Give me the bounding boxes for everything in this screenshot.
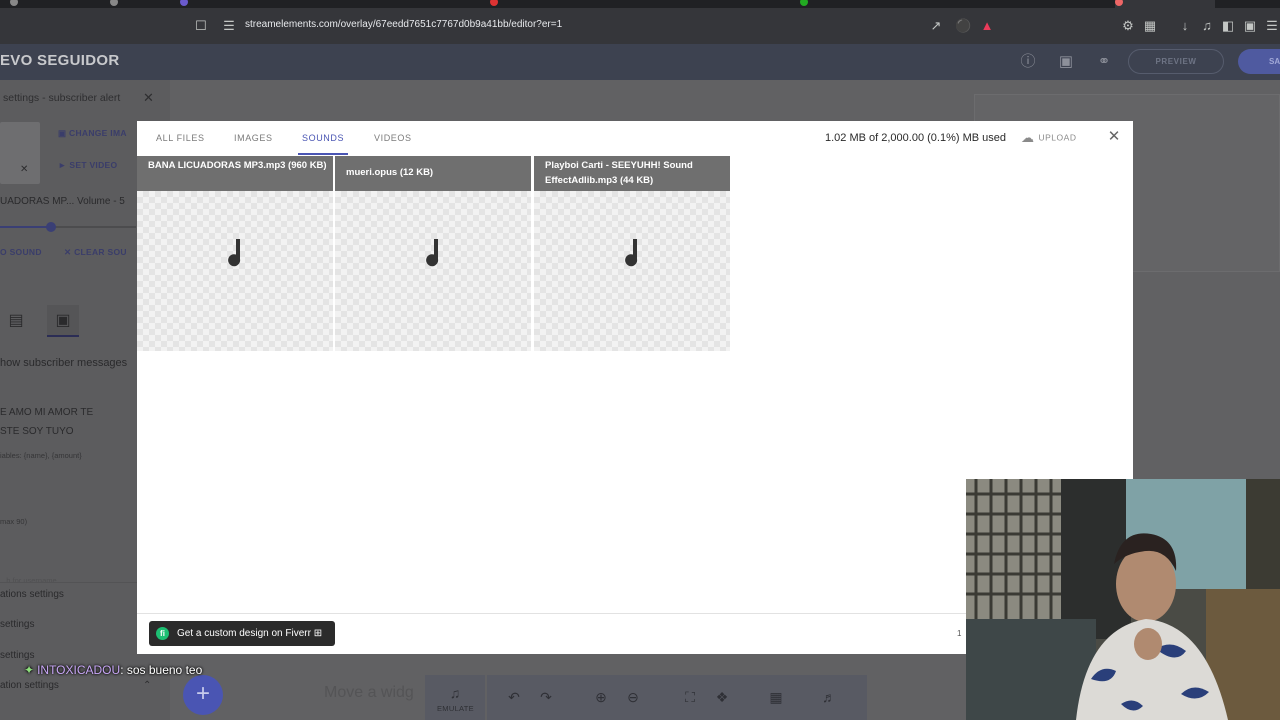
- save-button[interactable]: SA: [1238, 49, 1280, 74]
- external-link-icon: ⊞: [313, 628, 323, 639]
- browser-tab-strip: [0, 0, 1280, 8]
- bookmark-icon[interactable]: ☐: [193, 18, 209, 34]
- browser-tab[interactable]: [10, 0, 110, 8]
- chevron-up-icon[interactable]: ⌃: [143, 680, 151, 691]
- set-video-button[interactable]: ► SET VIDEO: [58, 160, 117, 170]
- file-preview: [534, 191, 730, 351]
- file-name: mueri.opus (12 KB): [335, 156, 531, 191]
- file-card[interactable]: mueri.opus (12 KB): [335, 156, 531, 351]
- show-messages-label: how subscriber messages: [0, 357, 128, 369]
- file-preview: [137, 191, 333, 351]
- tab-images[interactable]: IMAGES: [234, 133, 273, 143]
- close-icon[interactable]: ✕: [1106, 129, 1122, 145]
- tab-manager-icon[interactable]: ▦: [1142, 18, 1158, 34]
- fit-screen-icon[interactable]: ❖: [713, 688, 731, 706]
- browser-tab[interactable]: [180, 0, 280, 8]
- move-widget-hint: Move a widg: [324, 684, 414, 701]
- browser-tab[interactable]: [490, 0, 590, 8]
- webcam-image: [966, 479, 1280, 720]
- download-icon[interactable]: ↓: [1177, 18, 1193, 34]
- fiverr-label: Get a custom design on Fiverr: [177, 628, 311, 639]
- change-image-button[interactable]: ▣ CHANGE IMA: [58, 128, 127, 139]
- add-widget-button[interactable]: +: [183, 675, 223, 715]
- upload-button[interactable]: ☁ UPLOAD: [1021, 130, 1076, 146]
- fiverr-promo-button[interactable]: fi Get a custom design on Fiverr ⊞: [149, 621, 335, 646]
- username-hint: ...h for username: [0, 576, 57, 585]
- page-number[interactable]: 1: [957, 629, 961, 638]
- file-preview: [335, 191, 531, 351]
- storage-usage: 1.02 MB of 2,000.00 (0.1%) MB used: [825, 132, 1006, 144]
- volume-icon[interactable]: ♬: [820, 688, 838, 706]
- overlay-title: EVO SEGUIDOR: [0, 52, 120, 69]
- grid-icon[interactable]: ▦: [767, 688, 785, 706]
- message-text-line-1[interactable]: E AMO MI AMOR TE: [0, 407, 93, 418]
- file-type-tabs: ALL FILES IMAGES SOUNDS VIDEOS 1.02 MB o…: [137, 121, 1133, 157]
- message-text-line-2[interactable]: STE SOY TUYO: [0, 426, 74, 437]
- brave-rewards-icon[interactable]: ▲: [979, 18, 995, 34]
- link-icon[interactable]: ⚭: [1094, 52, 1114, 72]
- extensions-icon[interactable]: ⚙: [1120, 18, 1136, 34]
- bell-icon[interactable]: ♫: [446, 684, 464, 702]
- monitor-icon[interactable]: ▣: [1056, 52, 1076, 72]
- chat-message: ✦ INTOXICADOU: sos bueno teo: [24, 663, 202, 677]
- volume-slider-knob[interactable]: [46, 222, 56, 232]
- section-settings-2[interactable]: settings: [0, 650, 34, 661]
- file-name: BANA LICUADORAS MP3.mp3 (960 KB): [137, 156, 333, 191]
- editor-header: EVO SEGUIDOR ⓘ ▣ ⚭ PREVIEW SA: [0, 44, 1280, 80]
- site-settings-icon[interactable]: ☰: [221, 18, 237, 34]
- browser-tab[interactable]: [800, 0, 900, 8]
- change-image-label: CHANGE IMA: [69, 128, 127, 138]
- music-note-icon: [426, 239, 439, 267]
- browser-tab-active[interactable]: [1115, 0, 1215, 8]
- url-field[interactable]: streamelements.com/overlay/67eedd7651c77…: [245, 19, 562, 30]
- redo-icon[interactable]: ↷: [537, 688, 555, 706]
- preview-button[interactable]: PREVIEW: [1128, 49, 1224, 74]
- chat-text: : sos bueno teo: [120, 663, 203, 677]
- section-settings[interactable]: settings: [0, 619, 34, 630]
- clear-sound-button[interactable]: ✕ CLEAR SOU: [64, 247, 127, 258]
- menu-icon[interactable]: ☰: [1264, 18, 1280, 34]
- layout-text-icon[interactable]: ▤: [0, 305, 32, 337]
- set-sound-button[interactable]: O SOUND: [0, 247, 42, 257]
- undo-icon[interactable]: ↶: [505, 688, 523, 706]
- fiverr-logo-icon: fi: [156, 627, 169, 640]
- clear-sound-label: CLEAR SOU: [74, 247, 127, 257]
- media-icon[interactable]: ♫: [1199, 18, 1215, 34]
- address-bar: ☐ ☰ streamelements.com/overlay/67eedd765…: [0, 8, 1280, 44]
- webcam-feed: [966, 479, 1280, 720]
- cloud-upload-icon: ☁: [1021, 130, 1035, 145]
- variables-hint: iables: {name}, {amount}: [0, 451, 82, 460]
- layout-image-icon[interactable]: ▣: [47, 305, 79, 337]
- section-animation-settings[interactable]: ation settings: [0, 680, 59, 691]
- tab-sounds[interactable]: SOUNDS: [297, 133, 349, 155]
- panel-title: settings - subscriber alert: [3, 92, 121, 104]
- close-icon[interactable]: ✕: [143, 90, 154, 106]
- music-note-icon: [228, 239, 241, 267]
- zoom-in-icon[interactable]: ⊕: [592, 688, 610, 706]
- tab-videos[interactable]: VIDEOS: [374, 133, 412, 143]
- zoom-out-icon[interactable]: ⊖: [624, 688, 642, 706]
- sparkle-icon: ✦: [24, 663, 35, 677]
- emulate-button-label[interactable]: EMULATE: [437, 704, 474, 713]
- file-name: Playboi Carti - SEEYUHH! Sound EffectAdl…: [534, 156, 730, 191]
- file-card[interactable]: Playboi Carti - SEEYUHH! Sound EffectAdl…: [534, 156, 730, 351]
- chat-username: INTOXICADOU: [37, 663, 121, 677]
- brave-shield-icon[interactable]: ⚫: [955, 18, 971, 34]
- sound-volume-label: UADORAS MP... Volume - 5: [0, 196, 125, 207]
- share-icon[interactable]: ↗: [928, 18, 944, 34]
- fullscreen-icon[interactable]: ⛶: [681, 688, 699, 706]
- sidebar-icon[interactable]: ◧: [1220, 18, 1236, 34]
- music-note-icon: [625, 239, 638, 267]
- upload-label: UPLOAD: [1038, 132, 1077, 143]
- tab-all-files[interactable]: ALL FILES: [156, 133, 205, 143]
- set-video-label: SET VIDEO: [69, 160, 118, 170]
- volume-slider-fill: [0, 226, 50, 228]
- max-length-hint: max 90): [0, 517, 28, 526]
- wallet-icon[interactable]: ▣: [1242, 18, 1258, 34]
- file-card[interactable]: BANA LICUADORAS MP3.mp3 (960 KB): [137, 156, 333, 351]
- remove-image-icon[interactable]: ✕: [20, 164, 28, 175]
- help-icon[interactable]: ⓘ: [1018, 52, 1038, 72]
- section-animations-settings[interactable]: ations settings: [0, 589, 64, 600]
